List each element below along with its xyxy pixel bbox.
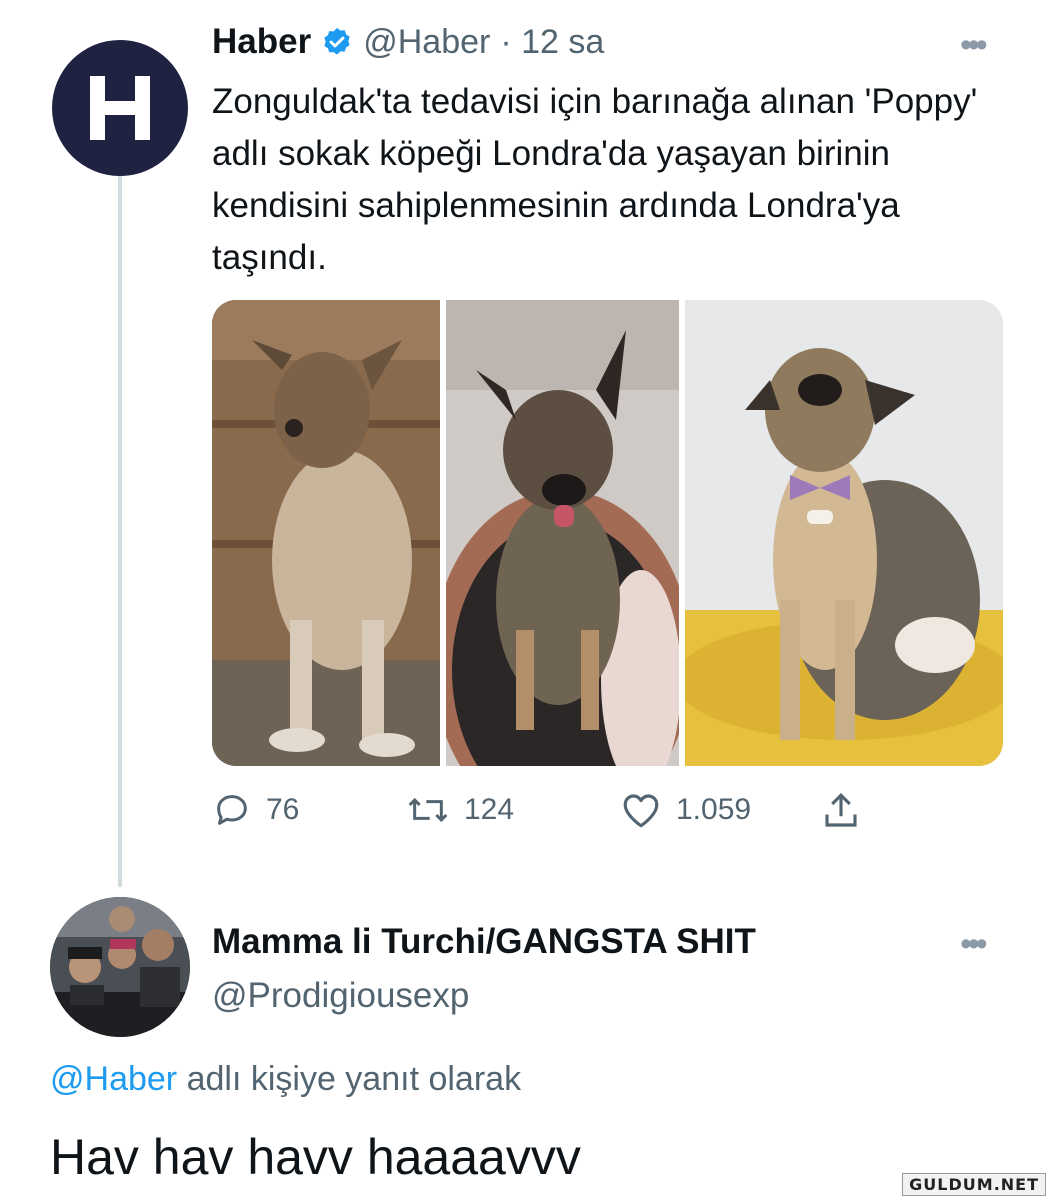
reply-avatar-image	[50, 897, 190, 1037]
tweet-media[interactable]	[212, 300, 1003, 766]
like-icon	[623, 794, 659, 828]
haber-avatar[interactable]	[52, 40, 188, 176]
tweet-text: Zonguldak'ta tedavisi için barınağa alın…	[212, 82, 978, 277]
tweet-actions: 76 124 1.059	[212, 790, 892, 834]
replying-to: @Haber adlı kişiye yanıt olarak	[50, 1060, 521, 1099]
retweet-button[interactable]: 124	[406, 790, 514, 830]
author-name[interactable]: Haber	[212, 22, 311, 62]
dog-photo-basket-image	[432, 300, 692, 766]
reply-more-icon[interactable]: •••	[960, 925, 988, 964]
more-icon[interactable]: •••	[960, 26, 988, 65]
replying-to-suffix: adlı kişiye yanıt olarak	[186, 1060, 522, 1098]
haber-logo-icon	[90, 76, 150, 140]
replying-to-handle[interactable]: @Haber	[50, 1060, 177, 1098]
dog-photo-before[interactable]	[212, 300, 440, 766]
reply-author-name[interactable]: Mamma li Turchi/GANGSTA SHIT	[212, 922, 756, 962]
tweet-time[interactable]: · 12 sa	[500, 23, 604, 62]
dog-photo-after[interactable]	[675, 300, 1003, 766]
dog-photo-basket[interactable]	[432, 300, 692, 766]
verified-badge-icon	[321, 26, 353, 58]
dog-photo-after-image	[675, 300, 1003, 766]
tweet-header: Haber @Haber · 12 sa	[212, 20, 604, 64]
reply-icon	[217, 795, 247, 825]
site-watermark: GULDUM.NET	[902, 1173, 1046, 1196]
reply-avatar[interactable]	[50, 897, 190, 1037]
reply-author-handle[interactable]: @Prodigiousexp	[212, 976, 469, 1016]
dog-photo-before-image	[212, 300, 440, 766]
like-button[interactable]: 1.059	[620, 790, 751, 830]
reply-button[interactable]: 76	[212, 790, 299, 830]
share-button[interactable]	[820, 790, 862, 832]
share-icon	[825, 793, 857, 827]
retweet-icon	[408, 797, 448, 823]
author-handle[interactable]: @Haber	[363, 23, 490, 62]
retweet-count: 124	[464, 793, 515, 826]
reply-text: Hav hav havv haaaavvv	[50, 1129, 581, 1185]
thread-line	[118, 175, 122, 887]
reply-count: 76	[266, 793, 300, 826]
like-count: 1.059	[676, 793, 752, 826]
